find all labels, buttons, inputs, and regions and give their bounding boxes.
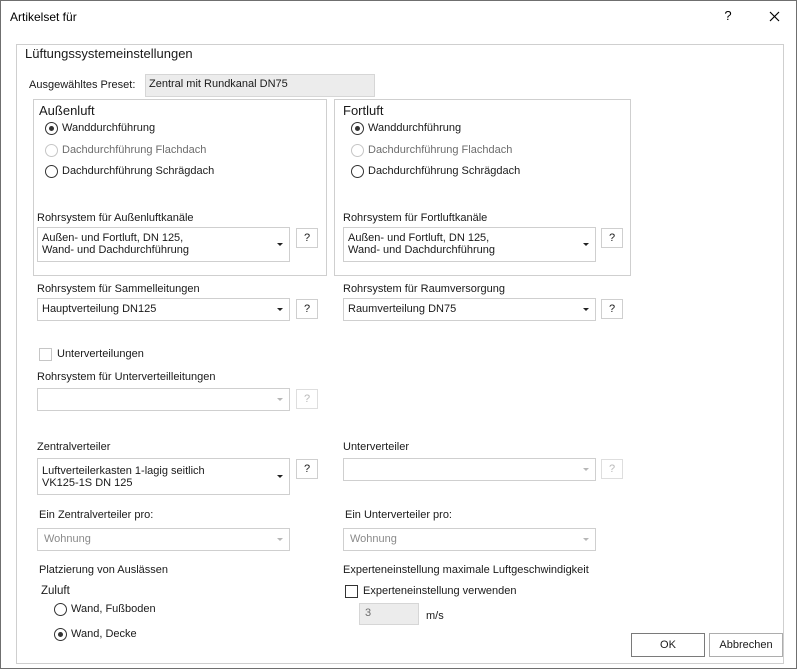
settings-group-title: Lüftungssystemeinstellungen bbox=[25, 46, 193, 61]
preset-field: Zentral mit Rundkanal DN75 bbox=[145, 74, 375, 97]
sammel-select[interactable]: Hauptverteilung DN125 bbox=[37, 298, 290, 321]
zentralverteiler-select[interactable]: Luftverteilerkasten 1-lagig seitlich VK1… bbox=[37, 458, 290, 495]
fortluft-pipe-select[interactable]: Außen- und Fortluft, DN 125, Wand- und D… bbox=[343, 227, 596, 262]
unterverteiler-select bbox=[343, 458, 596, 481]
unterverteiler-help-button: ? bbox=[601, 459, 623, 479]
help-icon[interactable]: ? bbox=[715, 4, 741, 28]
checkbox-icon bbox=[39, 348, 52, 361]
radio-icon bbox=[54, 603, 67, 616]
chevron-down-icon bbox=[583, 467, 589, 471]
sammel-label: Rohrsystem für Sammelleitungen bbox=[37, 283, 200, 295]
checkbox-icon bbox=[345, 585, 358, 598]
cancel-button[interactable]: Abbrechen bbox=[709, 633, 783, 657]
chevron-down-icon bbox=[277, 397, 283, 401]
radio-selected-icon bbox=[54, 628, 67, 641]
raum-help-button[interactable]: ? bbox=[601, 299, 623, 319]
raum-label: Rohrsystem für Raumversorgung bbox=[343, 283, 506, 295]
zentralverteiler-help-button[interactable]: ? bbox=[296, 459, 318, 479]
chevron-down-icon bbox=[277, 474, 283, 478]
experte-label: Experteneinstellung maximale Luftgeschwi… bbox=[343, 564, 589, 576]
unterverteil-pipe-select bbox=[37, 388, 290, 411]
preset-label: Ausgewähltes Preset: bbox=[29, 79, 136, 91]
auslaesse-label: Platzierung von Auslässen bbox=[39, 564, 169, 576]
sammel-help-button[interactable]: ? bbox=[296, 299, 318, 319]
raum-select[interactable]: Raumverteilung DN75 bbox=[343, 298, 596, 321]
fortluft-pipe-label: Rohrsystem für Fortluftkanäle bbox=[343, 212, 488, 224]
unter-pro-label: Ein Unterverteiler pro: bbox=[345, 509, 452, 521]
radio-selected-icon bbox=[45, 122, 58, 135]
radio-icon bbox=[45, 165, 58, 178]
aussenluft-pipe-select[interactable]: Außen- und Fortluft, DN 125, Wand- und D… bbox=[37, 227, 290, 262]
radio-selected-icon bbox=[351, 122, 364, 135]
chevron-down-icon bbox=[277, 537, 283, 541]
close-icon[interactable] bbox=[759, 4, 789, 28]
title-bar: Artikelset für ? bbox=[1, 1, 796, 32]
radio-icon bbox=[351, 144, 364, 157]
unterverteil-pipe-help-button: ? bbox=[296, 389, 318, 409]
chevron-down-icon bbox=[583, 307, 589, 311]
unter-pro-select: Wohnung bbox=[343, 528, 596, 551]
chevron-down-icon bbox=[277, 307, 283, 311]
chevron-down-icon bbox=[583, 537, 589, 541]
chevron-down-icon bbox=[583, 242, 589, 246]
radio-icon bbox=[351, 165, 364, 178]
zuluft-label: Zuluft bbox=[41, 585, 70, 597]
zentralverteiler-label: Zentralverteiler bbox=[37, 441, 111, 453]
unterverteil-pipe-label: Rohrsystem für Unterverteilleitungen bbox=[37, 371, 216, 383]
radio-icon bbox=[45, 144, 58, 157]
ok-button[interactable]: OK bbox=[631, 633, 705, 657]
window-title: Artikelset für bbox=[10, 10, 77, 24]
aussenluft-pipe-help-button[interactable]: ? bbox=[296, 228, 318, 248]
fortluft-title: Fortluft bbox=[343, 103, 384, 118]
dialog-window: Artikelset für ? Lüftungssystemeinstellu… bbox=[0, 0, 797, 669]
max-speed-input: 3 bbox=[359, 603, 419, 625]
aussenluft-pipe-label: Rohrsystem für Außenluftkanäle bbox=[37, 212, 194, 224]
unterverteiler-label: Unterverteiler bbox=[343, 441, 410, 453]
speed-unit-label: m/s bbox=[426, 610, 444, 622]
aussenluft-title: Außenluft bbox=[39, 103, 95, 118]
fortluft-pipe-help-button[interactable]: ? bbox=[601, 228, 623, 248]
zentral-pro-label: Ein Zentralverteiler pro: bbox=[39, 509, 154, 521]
zentral-pro-select: Wohnung bbox=[37, 528, 290, 551]
chevron-down-icon bbox=[277, 242, 283, 246]
